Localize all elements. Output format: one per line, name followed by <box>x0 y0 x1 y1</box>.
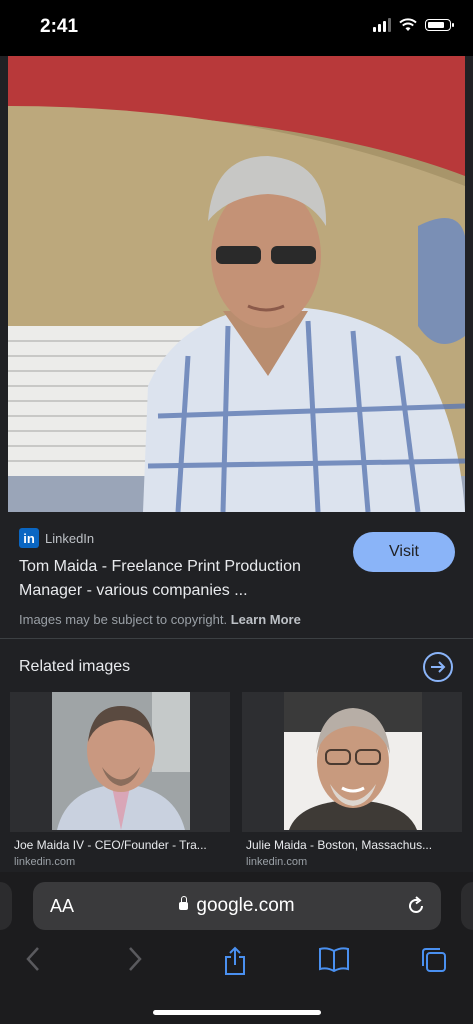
home-indicator[interactable] <box>153 1010 321 1015</box>
learn-more-link[interactable]: Learn More <box>231 612 301 627</box>
arrow-right-icon <box>431 661 446 673</box>
battery-icon <box>425 19 454 31</box>
related-image-1-caption[interactable]: Joe Maida IV - CEO/Founder - Tra... <box>14 838 207 852</box>
cellular-signal-icon <box>373 18 391 32</box>
next-tab-edge[interactable] <box>461 882 473 930</box>
copyright-text: Images may be subject to copyright. <box>19 612 228 627</box>
address-bar[interactable]: AA google.com <box>33 882 441 930</box>
source-row[interactable]: in LinkedIn <box>19 528 94 548</box>
forward-icon[interactable] <box>126 946 144 972</box>
related-image-1-photo <box>52 692 190 830</box>
related-image-2-site: linkedin.com <box>246 856 308 868</box>
visit-button[interactable]: Visit <box>353 532 455 572</box>
safari-toolbar: AA google.com <box>0 872 473 1024</box>
result-title[interactable]: Tom Maida - Freelance Print Production M… <box>19 555 339 603</box>
share-icon[interactable] <box>222 946 248 976</box>
previous-tab-edge[interactable] <box>0 882 12 930</box>
divider <box>0 638 473 639</box>
wifi-icon <box>399 18 417 31</box>
related-image-2-photo <box>284 692 422 830</box>
related-image-2-caption[interactable]: Julie Maida - Boston, Massachus... <box>246 838 432 852</box>
related-image-1[interactable] <box>10 692 230 832</box>
related-image-1-site: linkedin.com <box>14 856 76 868</box>
url-display[interactable]: google.com <box>33 895 441 917</box>
main-image-preview[interactable] <box>8 56 465 512</box>
lock-icon <box>179 896 189 910</box>
related-images-more-button[interactable] <box>423 652 453 682</box>
related-image-2[interactable] <box>242 692 462 832</box>
status-time: 2:41 <box>40 16 79 37</box>
tabs-icon[interactable] <box>420 946 448 974</box>
person-photo <box>8 56 465 512</box>
status-bar: 2:41 <box>0 0 473 56</box>
reload-icon[interactable] <box>405 895 427 917</box>
bookmarks-icon[interactable] <box>318 946 350 972</box>
status-icons <box>373 18 454 32</box>
back-icon[interactable] <box>24 946 42 972</box>
source-name: LinkedIn <box>45 530 95 546</box>
linkedin-logo-icon: in <box>19 528 39 548</box>
url-text: google.com <box>196 895 295 916</box>
copyright-notice: Images may be subject to copyright. Lear… <box>19 612 301 627</box>
related-images-heading: Related images <box>19 658 131 675</box>
